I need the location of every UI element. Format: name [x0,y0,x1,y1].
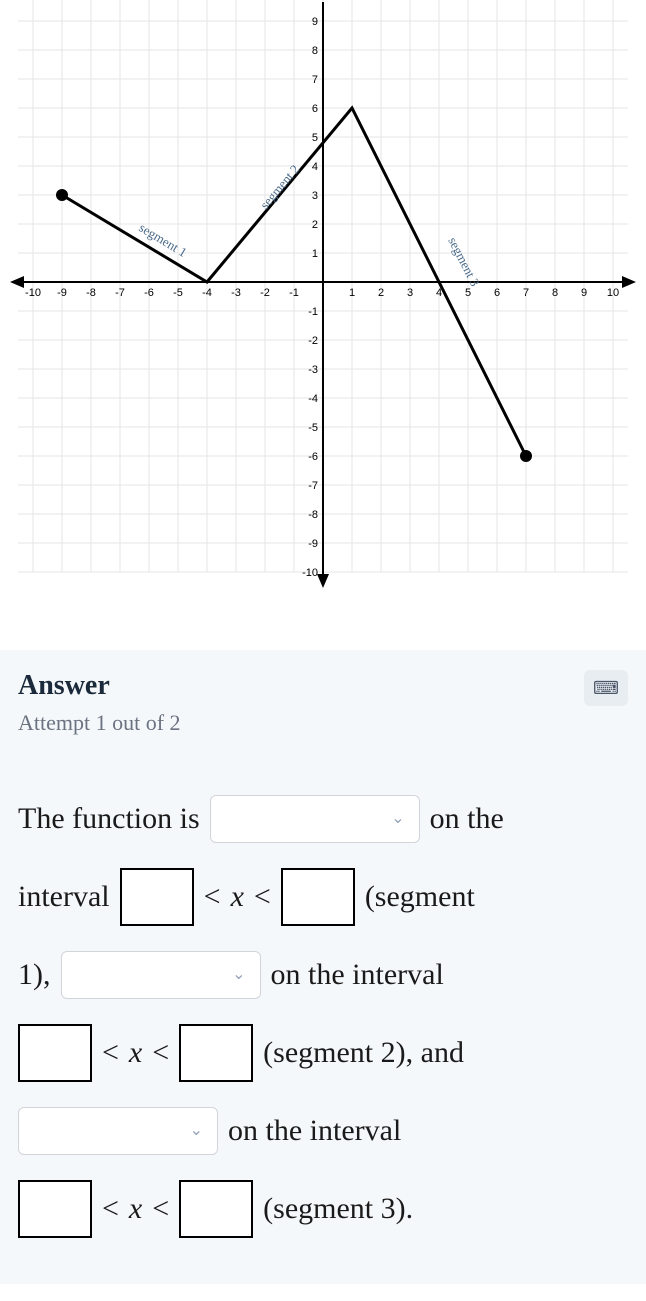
svg-text:-4: -4 [308,393,318,405]
chevron-down-icon: ⌄ [190,1113,203,1148]
svg-text:5: 5 [465,287,471,299]
segment-2-label: segment 2 [257,162,303,212]
svg-text:-5: -5 [308,422,318,434]
svg-text:-6: -6 [144,287,154,299]
keyboard-button[interactable]: ⌨ [584,670,628,706]
var-x-2: x [129,1020,142,1086]
text-lt-2b: < [152,1020,169,1086]
svg-text:-10: -10 [302,567,318,579]
text-lt-3a: < [102,1176,119,1242]
input-seg2-upper[interactable] [179,1024,253,1082]
keyboard-icon: ⌨ [593,678,619,699]
graph-container: -10 -9 -8 -7 -6 -5 -4 -3 -2 -1 1 2 3 4 5… [8,0,638,590]
input-seg2-lower[interactable] [18,1024,92,1082]
svg-text:2: 2 [378,287,384,299]
svg-text:3: 3 [312,190,318,202]
svg-text:-7: -7 [308,480,318,492]
input-seg3-upper[interactable] [179,1180,253,1238]
answer-section: Answer ⌨ Attempt 1 out of 2 The function… [0,650,646,1284]
svg-text:-9: -9 [57,287,67,299]
svg-text:-2: -2 [308,335,318,347]
segment-3-label: segment 3 [445,235,482,289]
svg-text:1: 1 [349,287,355,299]
text-interval: interval [18,864,110,930]
svg-text:4: 4 [312,161,318,173]
input-seg1-upper[interactable] [281,868,355,926]
svg-text:6: 6 [494,287,500,299]
input-seg3-lower[interactable] [18,1180,92,1238]
chevron-down-icon: ⌄ [232,957,245,992]
svg-text:7: 7 [312,74,318,86]
svg-text:-7: -7 [115,287,125,299]
svg-text:7: 7 [523,287,529,299]
svg-text:-5: -5 [173,287,183,299]
svg-text:8: 8 [312,45,318,57]
svg-text:-3: -3 [231,287,241,299]
dropdown-behavior-2[interactable]: ⌄ [61,951,261,999]
text-on-the-interval-2: on the interval [271,942,444,1008]
text-segment3: (segment 3). [263,1176,413,1242]
svg-text:3: 3 [407,287,413,299]
text-one-comma: 1), [18,942,51,1008]
attempt-text: Attempt 1 out of 2 [18,710,628,736]
text-segment2: (segment 2), and [263,1020,464,1086]
coordinate-graph: -10 -9 -8 -7 -6 -5 -4 -3 -2 -1 1 2 3 4 5… [8,0,638,590]
svg-text:6: 6 [312,103,318,115]
svg-text:8: 8 [552,287,558,299]
input-seg1-lower[interactable] [120,868,194,926]
dropdown-behavior-3[interactable]: ⌄ [18,1107,218,1155]
var-x-3: x [129,1176,142,1242]
y-tick-labels: 9 8 7 6 5 4 3 2 1 -1 -2 -3 -4 -5 -6 -7 -… [302,16,318,579]
text-segment1: (segment [365,864,475,930]
svg-text:-1: -1 [308,306,318,318]
answer-body: The function is ⌄ on the interval < x < … [18,786,628,1242]
dropdown-behavior-1[interactable]: ⌄ [210,795,420,843]
svg-text:9: 9 [312,16,318,28]
svg-text:-6: -6 [308,451,318,463]
answer-title: Answer [18,670,110,702]
svg-text:9: 9 [581,287,587,299]
svg-text:10: 10 [607,287,619,299]
svg-text:-10: -10 [25,287,41,299]
svg-text:5: 5 [312,132,318,144]
svg-text:-1: -1 [289,287,299,299]
text-lt-x-lt-1a: < [204,864,221,930]
svg-text:-2: -2 [260,287,270,299]
text-on-the-interval-3: on the interval [228,1098,401,1164]
svg-text:1: 1 [312,248,318,260]
var-x-1: x [231,864,244,930]
text-lt-3b: < [152,1176,169,1242]
text-the-function-is: The function is [18,786,200,852]
svg-text:-8: -8 [308,509,318,521]
svg-text:-9: -9 [308,538,318,550]
svg-text:2: 2 [312,219,318,231]
svg-text:-4: -4 [202,287,212,299]
text-lt-2a: < [102,1020,119,1086]
endpoint-left [56,189,68,201]
chevron-down-icon: ⌄ [391,801,404,836]
segment-1-label: segment 1 [136,220,189,260]
svg-text:-3: -3 [308,364,318,376]
endpoint-right [520,450,532,462]
text-lt-x-lt-1b: < [254,864,271,930]
svg-text:-8: -8 [86,287,96,299]
text-on-the: on the [430,786,504,852]
